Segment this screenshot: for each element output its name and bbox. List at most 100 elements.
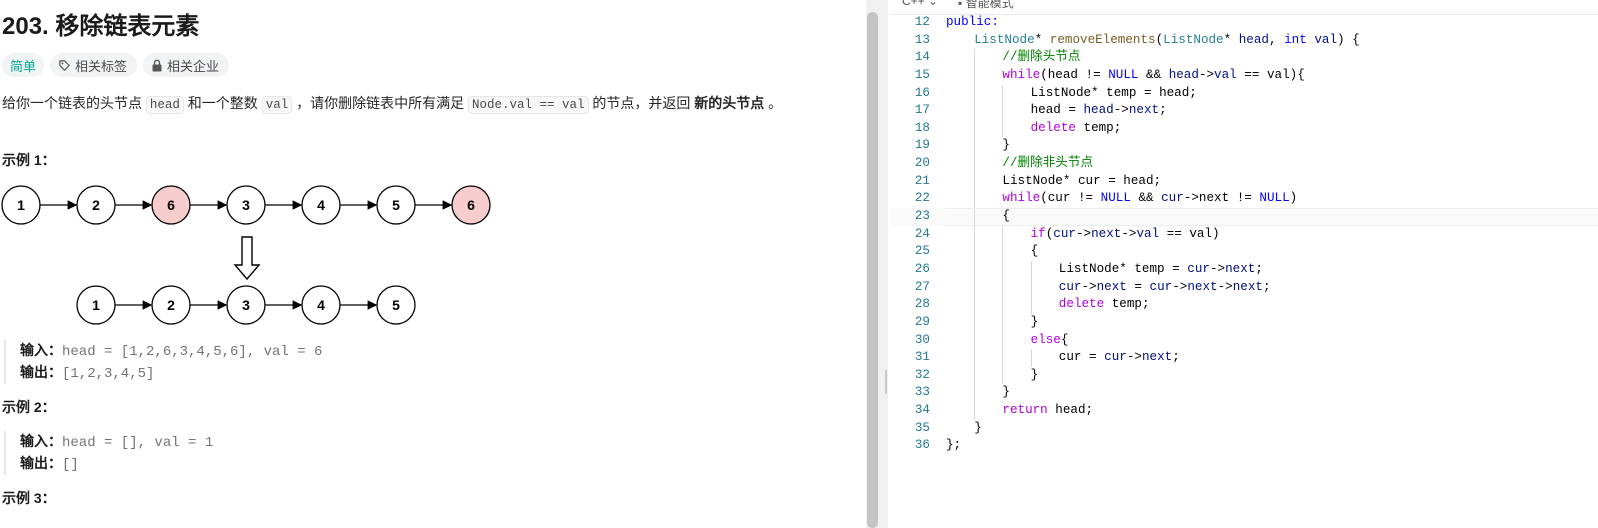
output-label: 输出：: [20, 455, 62, 471]
line-number: 12: [914, 15, 930, 29]
indent-guide: [974, 190, 976, 209]
language-label: C++: [902, 0, 925, 8]
code-text: ListNode* temp = cur->next;: [1058, 261, 1263, 276]
code-text: return head;: [1002, 403, 1094, 418]
code-line[interactable]: 36};: [890, 437, 1598, 455]
linked-list-diagram: 1 2 6 3 4 5 6 1 2 3 4 5: [1, 185, 491, 325]
code-text: }: [1030, 314, 1039, 329]
code-line[interactable]: 24 if(cur->next->val == val): [890, 225, 1598, 244]
indent-guide: [974, 366, 976, 385]
companies-tag-label: 相关企业: [167, 58, 220, 74]
example-1-block: 输入：head = [1,2,6,3,4,5,6], val = 6 输出：[1…: [4, 340, 322, 384]
code-text: }: [1002, 385, 1010, 400]
problem-title: 203. 移除链表元素: [2, 13, 200, 40]
code-text: }: [1002, 138, 1010, 153]
smart-mode-toggle[interactable]: ▪ 智能模式: [958, 0, 1014, 11]
editor-toolbar: C++ ⌄ ▪ 智能模式: [890, 0, 1598, 15]
code-line[interactable]: 17 head = head->next;: [890, 102, 1598, 120]
resize-handle[interactable]: [885, 370, 887, 394]
line-number: 36: [914, 438, 930, 453]
companies-tag-button[interactable]: 相关企业: [143, 53, 230, 77]
code-line[interactable]: 30 else{: [890, 331, 1598, 350]
code-line[interactable]: 19}: [890, 137, 1598, 156]
code-text: else{: [1030, 332, 1069, 347]
example-1-title: 示例 1：: [2, 152, 56, 168]
language-select[interactable]: C++ ⌄: [902, 0, 938, 8]
indent-guide: [974, 225, 976, 244]
indent-guide: [974, 278, 976, 297]
original-list-node-label: 4: [317, 197, 325, 213]
smart-mode-label: 智能模式: [965, 0, 1014, 10]
indent-guide: [974, 66, 976, 85]
indent-guide: [974, 384, 976, 403]
code-text: if(cur->next->val == val): [1030, 226, 1220, 241]
code-line[interactable]: 21 ListNode* cur = head;: [890, 172, 1598, 191]
code-line[interactable]: 28 delete temp;: [890, 296, 1598, 314]
code-text: {: [1030, 244, 1039, 259]
code-area[interactable]: 12 public: 13 ListNode* removeElements(List…: [890, 14, 1598, 455]
code-line[interactable]: 12 public:: [890, 14, 1598, 32]
difficulty-badge[interactable]: 简单: [2, 53, 45, 77]
line-number: 25: [914, 244, 930, 259]
line-number: 15: [914, 67, 930, 82]
down-arrow-icon: [233, 236, 261, 281]
indent-guide: [1002, 278, 1004, 297]
code-editor[interactable]: C++ ⌄ ▪ 智能模式 12 public: 13 ListNode* remove…: [890, 0, 1598, 528]
indent-guide: [974, 331, 976, 350]
topics-tag-button[interactable]: 相关标签: [50, 53, 138, 77]
code-text: head = head->next;: [1030, 103, 1167, 118]
indent-guide: [1002, 102, 1004, 120]
line-number: 16: [914, 85, 930, 100]
code-line[interactable]: 14 //删除头节点: [890, 49, 1598, 67]
code-line[interactable]: 35}: [890, 420, 1598, 438]
code-line[interactable]: 33}: [890, 384, 1598, 403]
code-line[interactable]: 18 delete temp;: [890, 119, 1598, 138]
line-number: 24: [914, 226, 930, 241]
code-text: cur->next = cur->next->next;: [1058, 279, 1271, 294]
code-line[interactable]: 26 ListNode* temp = cur->next;: [890, 260, 1598, 279]
problem-panel: 203. 移除链表元素 简单 相关标签 相关企业 给你一个链表的头节点 head…: [0, 0, 866, 528]
code-line[interactable]: 13 ListNode* removeElements(ListNode* hea…: [890, 32, 1598, 50]
result-list-node-label: 3: [242, 297, 250, 313]
desc-text: ，请你删除链表中所有满足: [292, 95, 468, 111]
code-line[interactable]: 20 //删除非头节点: [890, 155, 1598, 173]
code-line[interactable]: 22 while(cur != NULL && cur->next != NULL…: [890, 190, 1598, 209]
code-line[interactable]: 32}: [890, 366, 1598, 385]
code-line[interactable]: 34 return head;: [890, 402, 1598, 420]
indent-guide: [1002, 349, 1004, 367]
code-text: ListNode* removeElements(ListNode* head,…: [974, 32, 1360, 47]
inline-code: head: [145, 96, 184, 114]
code-text: {: [1002, 209, 1010, 224]
code-line[interactable]: 29}: [890, 313, 1598, 332]
indent-guide: [974, 313, 976, 332]
indent-guide: [974, 296, 976, 314]
indent-guide: [1002, 84, 1004, 103]
desc-text: 。: [764, 95, 783, 111]
code-line[interactable]: 25 {: [890, 243, 1598, 261]
code-text: }: [1030, 367, 1039, 382]
code-line[interactable]: 15 while(head != NULL && head->val == val…: [890, 66, 1598, 85]
line-number: 33: [914, 385, 930, 400]
indent-guide: [974, 137, 976, 156]
code-text: delete temp;: [1058, 297, 1150, 312]
indent-guide: [974, 155, 976, 173]
input-label: 输入：: [20, 433, 62, 449]
indent-guide: [1030, 260, 1032, 279]
code-line[interactable]: 23 {: [890, 208, 1598, 226]
example-input: head = [1,2,6,3,4,5,6], val = 6: [62, 344, 323, 360]
code-line[interactable]: 31 cur = cur->next;: [890, 349, 1598, 367]
output-label: 输出：: [20, 364, 62, 380]
indent-guide: [1002, 313, 1004, 332]
topics-tag-label: 相关标签: [75, 58, 128, 74]
code-text: ListNode* cur = head;: [1002, 173, 1162, 188]
result-list-node-label: 2: [167, 297, 175, 313]
code-line[interactable]: 16 ListNode* temp = head;: [890, 84, 1598, 103]
code-line[interactable]: 27 cur->next = cur->next->next;: [890, 278, 1598, 297]
description-scrollbar[interactable]: [867, 12, 878, 528]
indent-guide: [974, 243, 976, 261]
original-list-node-label: 5: [392, 197, 400, 213]
line-number: 18: [914, 120, 930, 135]
example-2-title: 示例 2：: [2, 399, 56, 415]
line-number: 14: [914, 50, 930, 65]
example-output: [1,2,3,4,5]: [62, 366, 155, 382]
